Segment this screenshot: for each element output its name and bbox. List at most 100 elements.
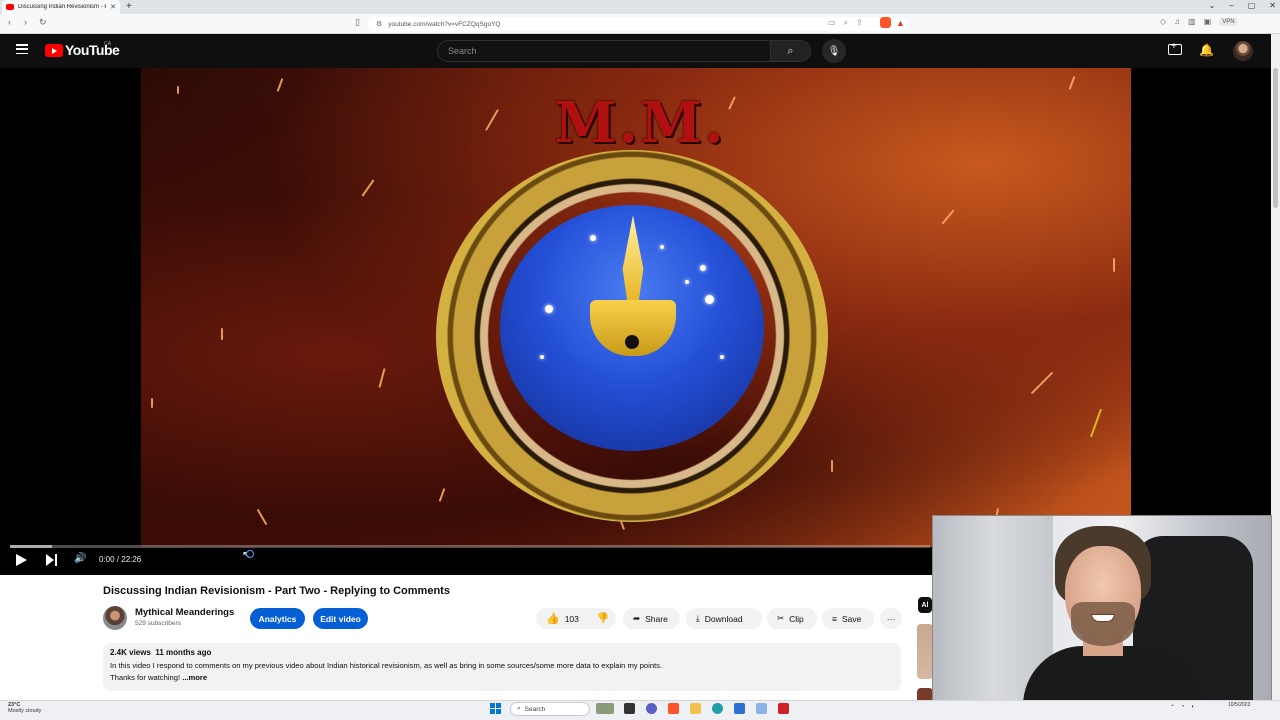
app-icon[interactable]	[756, 703, 767, 714]
taskbar-clock[interactable]: 10/5/2023	[1228, 702, 1250, 708]
download-button[interactable]: ⤓ Download	[686, 608, 762, 629]
chat-icon[interactable]	[646, 703, 657, 714]
url-text: youtube.com/watch?v=vFCZQqSguYQ	[388, 20, 501, 28]
address-bar[interactable]: ⚙ youtube.com/watch?v=vFCZQqSguYQ	[368, 17, 908, 31]
bookmark-icon[interactable]: ▯	[355, 17, 360, 28]
network-icon[interactable]: ◔	[1181, 704, 1185, 711]
weather-widget[interactable]: 23°C Mostly cloudy	[8, 702, 41, 714]
playlist-add-icon: ≡	[832, 613, 837, 624]
share-page-icon[interactable]: ⇪	[856, 18, 863, 28]
channel-avatar[interactable]	[103, 606, 127, 630]
tab-title: Discussing Indian Revisionism - P	[18, 4, 107, 10]
notifications-bell-icon[interactable]: 🔔	[1199, 43, 1214, 57]
task-view-icon[interactable]	[624, 703, 635, 714]
more-actions-button[interactable]: ···	[880, 608, 902, 629]
search-input[interactable]: Search	[437, 40, 771, 62]
show-more-link[interactable]: ...more	[182, 673, 207, 682]
dislike-icon[interactable]: 👎	[597, 613, 609, 624]
loading-spinner-icon	[246, 550, 254, 558]
analytics-button[interactable]: Analytics	[250, 608, 305, 629]
new-tab-button[interactable]: +	[126, 1, 132, 13]
search-icon: ⌕	[517, 705, 521, 712]
youtube-wordmark[interactable]: YouTube	[65, 42, 120, 58]
share-icon: ➦	[633, 613, 641, 623]
extensions-icon[interactable]: ◇	[1160, 17, 1166, 26]
sidebar-icon[interactable]: ▥	[1188, 17, 1196, 26]
play-icon[interactable]	[16, 554, 27, 566]
speaker-icon[interactable]: ◖	[1191, 704, 1195, 711]
channel-name[interactable]: Mythical Meanderings	[135, 607, 234, 618]
menu-icon[interactable]	[16, 44, 28, 54]
reload-icon[interactable]: ↻	[39, 17, 47, 28]
create-icon[interactable]	[1168, 41, 1182, 55]
windows-taskbar	[0, 700, 1280, 720]
region-code: CA	[104, 41, 111, 47]
date-text: 10/5/2023	[1228, 702, 1251, 708]
window-controls: ⌄ – ▢ ✕	[1209, 1, 1276, 10]
webcam-person-beard	[1071, 602, 1135, 646]
wallet-icon[interactable]: ▣	[1204, 17, 1212, 26]
like-icon[interactable]: 👍	[546, 612, 560, 625]
video-title: Discussing Indian Revisionism - Part Two…	[103, 585, 450, 597]
recorder-icon[interactable]	[778, 703, 789, 714]
clip-label: Clip	[789, 613, 804, 624]
recommended-thumbnail[interactable]	[917, 624, 933, 679]
sidebar-filter-chip[interactable]: Al	[918, 597, 932, 613]
youtube-logo-icon[interactable]	[45, 44, 63, 57]
media-icon[interactable]: ♫	[1174, 17, 1180, 26]
browser-tab[interactable]: Discussing Indian Revisionism - P ✕	[2, 0, 120, 14]
brave-rewards-icon[interactable]: ▲	[896, 18, 905, 28]
site-info-icon[interactable]: ⚙	[376, 20, 382, 28]
weather-condition: Mostly cloudy	[8, 708, 42, 714]
cast-icon[interactable]: ▭	[828, 18, 836, 28]
account-avatar[interactable]	[1233, 41, 1253, 61]
share-label: Share	[645, 613, 668, 624]
chevron-up-icon[interactable]: ⌃	[1170, 704, 1175, 711]
volume-icon[interactable]: 🔊	[74, 553, 86, 564]
next-icon[interactable]	[46, 554, 58, 566]
taskbar-widget-icon[interactable]	[596, 703, 614, 714]
view-count-date: 2.4K views 11 months ago	[110, 648, 211, 657]
save-button[interactable]: ≡ Save	[822, 608, 874, 629]
description-thanks: Thanks for watching!	[110, 673, 181, 682]
scissors-icon: ✂	[777, 613, 785, 623]
browser-tab-strip	[0, 0, 1280, 14]
buffered-bar	[10, 545, 52, 548]
scrollbar-thumb[interactable]	[1273, 68, 1278, 208]
lamp-opening	[625, 335, 639, 349]
search-icon: ⌕	[787, 44, 794, 57]
taskbar-search[interactable]: ⌕ Search	[510, 702, 590, 716]
back-icon[interactable]: ‹	[8, 17, 11, 27]
close-window-icon[interactable]: ✕	[1269, 1, 1276, 10]
recommended-thumbnail[interactable]	[917, 688, 933, 700]
voice-search-button[interactable]: 🎙	[822, 39, 846, 63]
brave-shield-icon[interactable]	[880, 17, 891, 28]
clip-button[interactable]: ✂ Clip	[767, 608, 817, 629]
edge-icon[interactable]	[712, 703, 723, 714]
windows-start-icon[interactable]	[490, 703, 501, 714]
store-icon[interactable]	[734, 703, 745, 714]
upload-age: 11 months ago	[155, 648, 212, 657]
address-bar-icons: ▭ ⌕ ⇪	[828, 18, 863, 28]
file-explorer-icon[interactable]	[690, 703, 701, 714]
edit-video-button[interactable]: Edit video	[313, 608, 368, 629]
forward-icon[interactable]: ›	[24, 17, 27, 27]
like-count[interactable]: 103	[565, 614, 579, 624]
description-line-2: Thanks for watching! ...more	[110, 673, 207, 682]
brave-taskbar-icon[interactable]	[668, 703, 679, 714]
search-button[interactable]: ⌕	[771, 40, 811, 62]
taskbar-search-label: Search	[524, 705, 546, 713]
maximize-icon[interactable]: ▢	[1248, 1, 1256, 10]
browser-toolbar-right: ◇ ♫ ▥ ▣ VPN	[1160, 17, 1238, 26]
download-icon: ⤓	[696, 613, 700, 623]
description-line-1: In this video I respond to comments on m…	[110, 661, 663, 670]
share-button[interactable]: ➦ Share	[623, 608, 680, 629]
video-overlay-text: M.M.	[554, 90, 726, 156]
minimize-icon[interactable]: –	[1229, 1, 1233, 10]
progress-bar[interactable]	[10, 545, 930, 548]
zoom-icon[interactable]: ⌕	[844, 18, 848, 28]
tab-close-icon[interactable]: ✕	[110, 3, 116, 11]
vpn-button[interactable]: VPN	[1219, 17, 1238, 26]
chevron-down-icon[interactable]: ⌄	[1209, 1, 1216, 10]
system-tray: ⌃ ◔ ◖	[1170, 704, 1194, 711]
